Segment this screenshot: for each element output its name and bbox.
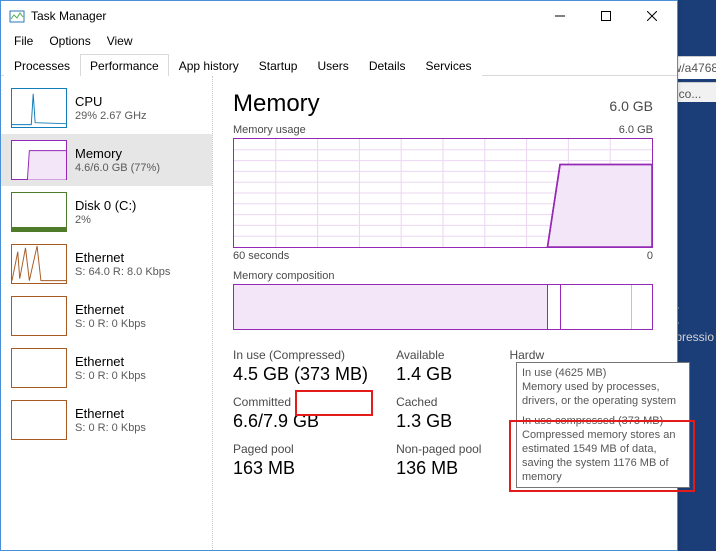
sidebar-item-ethernet-2[interactable]: Ethernet S: 0 R: 0 Kbps: [1, 342, 212, 394]
usage-time-left: 60 seconds: [233, 250, 289, 262]
minimize-button[interactable]: [537, 1, 583, 31]
sidebar-item-sub: S: 0 R: 0 Kbps: [75, 370, 146, 382]
sidebar-item-label: Ethernet: [75, 406, 146, 421]
menu-file[interactable]: File: [7, 33, 40, 49]
titlebar[interactable]: Task Manager: [1, 1, 677, 31]
close-button[interactable]: [629, 1, 675, 31]
annotation-box-compressed: [295, 390, 373, 416]
ethernet-thumbnail: [11, 400, 67, 440]
sidebar-item-label: Ethernet: [75, 302, 146, 317]
ethernet-thumbnail: [11, 296, 67, 336]
sidebar-item-sub: S: 64.0 R: 8.0 Kbps: [75, 266, 170, 278]
memory-composition-chart[interactable]: [233, 284, 653, 330]
menubar: File Options View: [1, 31, 677, 51]
sidebar-item-label: Disk 0 (C:): [75, 198, 136, 213]
sidebar-item-sub: S: 0 R: 0 Kbps: [75, 318, 146, 330]
disk-thumbnail: [11, 192, 67, 232]
tab-details[interactable]: Details: [359, 54, 416, 76]
cpu-thumbnail: [11, 88, 67, 128]
tab-app-history[interactable]: App history: [169, 54, 249, 76]
stat-label-available: Available: [396, 348, 481, 362]
stat-value-available: 1.4 GB: [396, 364, 481, 385]
memory-capacity: 6.0 GB: [609, 98, 653, 114]
stat-value-cached: 1.3 GB: [396, 411, 481, 432]
stat-value-inuse: 4.5 GB (373 MB): [233, 364, 368, 385]
annotation-box-tooltip: [509, 420, 695, 492]
sidebar-item-label: Ethernet: [75, 250, 170, 265]
window-title: Task Manager: [31, 9, 537, 23]
sidebar-item-sub: 29% 2.67 GHz: [75, 110, 147, 122]
usage-chart-label: Memory usage: [233, 124, 306, 136]
tab-performance[interactable]: Performance: [80, 54, 169, 76]
stat-label-cached: Cached: [396, 395, 481, 409]
usage-time-right: 0: [647, 250, 653, 262]
sidebar-item-disk[interactable]: Disk 0 (C:) 2%: [1, 186, 212, 238]
sidebar-item-cpu[interactable]: CPU 29% 2.67 GHz: [1, 82, 212, 134]
stat-label-hardware: Hardw: [509, 348, 544, 362]
tab-services[interactable]: Services: [416, 54, 482, 76]
sidebar-item-ethernet-0[interactable]: Ethernet S: 64.0 R: 8.0 Kbps: [1, 238, 212, 290]
terminal-text: - - pressio: [675, 300, 714, 345]
sidebar-item-sub: S: 0 R: 0 Kbps: [75, 422, 146, 434]
composition-label: Memory composition: [233, 270, 334, 282]
menu-options[interactable]: Options: [42, 33, 97, 49]
menu-view[interactable]: View: [100, 33, 140, 49]
tab-startup[interactable]: Startup: [249, 54, 308, 76]
stat-label-inuse: In use (Compressed): [233, 348, 368, 362]
tab-processes[interactable]: Processes: [4, 54, 80, 76]
stat-label-paged: Paged pool: [233, 442, 368, 456]
stat-label-nonpaged: Non-paged pool: [396, 442, 481, 456]
sidebar-item-label: Ethernet: [75, 354, 146, 369]
sidebar-item-label: Memory: [75, 146, 160, 161]
maximize-button[interactable]: [583, 1, 629, 31]
sidebar-item-sub: 4.6/6.0 GB (77%): [75, 162, 160, 174]
ethernet-thumbnail: [11, 244, 67, 284]
sidebar-item-sub: 2%: [75, 214, 136, 226]
tooltip-line: In use (4625 MB): [522, 366, 684, 380]
tab-users[interactable]: Users: [307, 54, 358, 76]
tabbar: Processes Performance App history Startu…: [1, 51, 677, 76]
sidebar-item-memory[interactable]: Memory 4.6/6.0 GB (77%): [1, 134, 212, 186]
ethernet-thumbnail: [11, 348, 67, 388]
page-title: Memory: [233, 90, 320, 118]
sidebar-item-ethernet-1[interactable]: Ethernet S: 0 R: 0 Kbps: [1, 290, 212, 342]
memory-usage-chart[interactable]: [233, 138, 653, 248]
sidebar-item-ethernet-3[interactable]: Ethernet S: 0 R: 0 Kbps: [1, 394, 212, 446]
stat-value-nonpaged: 136 MB: [396, 458, 481, 479]
sidebar-item-label: CPU: [75, 94, 147, 109]
stat-value-paged: 163 MB: [233, 458, 368, 479]
perf-sidebar: CPU 29% 2.67 GHz Memory 4.6/6.0 GB (77%): [1, 76, 213, 550]
memory-thumbnail: [11, 140, 67, 180]
task-manager-icon: [9, 8, 25, 24]
tooltip-line: Memory used by processes, drivers, or th…: [522, 380, 684, 408]
usage-chart-max: 6.0 GB: [619, 124, 653, 136]
